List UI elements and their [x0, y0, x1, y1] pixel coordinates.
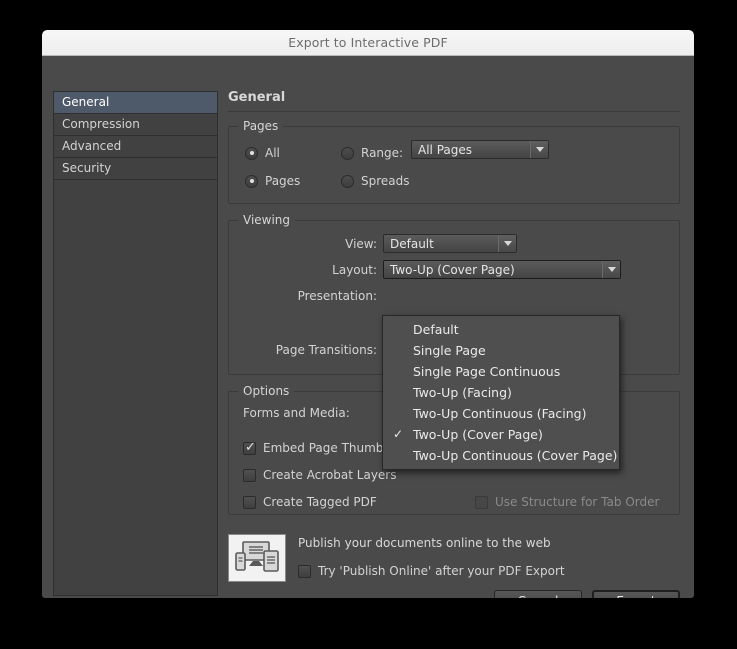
layout-option-default[interactable]: Default: [383, 319, 619, 340]
radio-all-icon[interactable]: [245, 146, 258, 160]
sidebar-item-advanced[interactable]: Advanced: [54, 136, 217, 158]
checkbox-create-acrobat-layers-row[interactable]: Create Acrobat Layers: [243, 463, 397, 487]
chevron-down-icon: [535, 147, 544, 152]
checkbox-try-publish-online-label: Try 'Publish Online' after your PDF Expo…: [318, 564, 565, 578]
radio-all-label: All: [265, 146, 280, 160]
view-label: View:: [345, 237, 377, 251]
layout-option-label: Default: [413, 322, 459, 337]
layout-select-value: Two-Up (Cover Page): [390, 262, 515, 277]
layout-option-label: Two-Up (Cover Page): [413, 427, 543, 442]
sidebar-item-general[interactable]: General: [54, 92, 217, 114]
radio-pages-label: Pages: [265, 174, 301, 188]
page-transitions-label: Page Transitions:: [275, 343, 377, 357]
pages-group: Pages All Pages Range: Spreads All Pages: [228, 119, 680, 204]
view-select[interactable]: Default: [383, 234, 517, 253]
chevron-down-icon: [607, 267, 616, 272]
checkbox-use-structure-for-tab-order-row: Use Structure for Tab Order: [475, 490, 659, 514]
layout-option-label: Two-Up Continuous (Cover Page): [413, 448, 618, 463]
checkbox-try-publish-online-icon[interactable]: [298, 564, 311, 578]
radio-spreads-icon[interactable]: [341, 174, 354, 188]
cancel-button[interactable]: Cancel: [494, 590, 582, 598]
publish-online-block: Publish your documents online to the web…: [228, 534, 680, 583]
options-legend: Options: [238, 384, 295, 398]
checkbox-embed-page-thumbnails-icon[interactable]: [243, 440, 256, 455]
radio-range-label: Range:: [361, 146, 404, 160]
layout-select-arrow[interactable]: [602, 261, 620, 278]
forms-and-media-label: Forms and Media:: [243, 406, 350, 420]
radio-all-row[interactable]: All: [245, 141, 280, 165]
check-icon: ✓: [393, 427, 404, 441]
checkbox-use-structure-for-tab-order-icon: [475, 495, 488, 509]
presentation-label: Presentation:: [297, 289, 377, 303]
radio-range-icon[interactable]: [341, 146, 354, 160]
layout-select[interactable]: Two-Up (Cover Page): [383, 260, 621, 279]
sidebar-item-compression[interactable]: Compression: [54, 114, 217, 136]
range-select-value: All Pages: [418, 142, 472, 157]
checkbox-create-acrobat-layers-label: Create Acrobat Layers: [263, 468, 397, 482]
sidebar-item-security[interactable]: Security: [54, 158, 217, 180]
checkbox-create-acrobat-layers-icon[interactable]: [243, 468, 256, 482]
view-select-value: Default: [390, 236, 434, 251]
layout-option-label: Single Page Continuous: [413, 364, 561, 379]
dialog-body: General Compression Advanced Security Ge…: [42, 56, 694, 598]
radio-spreads-row[interactable]: Spreads: [341, 169, 410, 193]
layout-option-label: Two-Up Continuous (Facing): [413, 406, 587, 421]
layout-option-single-page-continuous[interactable]: Single Page Continuous: [383, 361, 619, 382]
publish-online-icon: [228, 534, 286, 582]
radio-pages-icon[interactable]: [245, 174, 258, 188]
window-title: Export to Interactive PDF: [288, 35, 448, 50]
export-dialog: Export to Interactive PDF General Compre…: [42, 30, 694, 598]
dialog-buttons: Cancel Export: [228, 590, 680, 598]
title-bar: Export to Interactive PDF: [42, 30, 694, 56]
layout-option-single-page[interactable]: Single Page: [383, 340, 619, 361]
layout-option-two-up-continuous-cover-page[interactable]: Two-Up Continuous (Cover Page): [383, 445, 619, 466]
view-select-arrow[interactable]: [498, 235, 516, 252]
layout-dropdown-menu[interactable]: Default Single Page Single Page Continuo…: [382, 315, 620, 470]
checkbox-create-tagged-pdf-row[interactable]: Create Tagged PDF: [243, 490, 377, 514]
checkbox-use-structure-for-tab-order-label: Use Structure for Tab Order: [495, 495, 660, 509]
checkbox-create-tagged-pdf-icon[interactable]: [243, 495, 256, 509]
radio-range-row[interactable]: Range:: [341, 141, 403, 165]
checkbox-create-tagged-pdf-label: Create Tagged PDF: [263, 495, 377, 509]
layout-option-two-up-cover-page[interactable]: ✓ Two-Up (Cover Page): [383, 424, 619, 445]
checkbox-try-publish-online-row[interactable]: Try 'Publish Online' after your PDF Expo…: [298, 559, 565, 583]
publish-online-headline: Publish your documents online to the web: [298, 536, 551, 550]
settings-sidebar[interactable]: General Compression Advanced Security: [53, 91, 218, 596]
pages-legend: Pages: [238, 119, 284, 133]
export-button[interactable]: Export: [592, 590, 680, 598]
layout-option-two-up-facing[interactable]: Two-Up (Facing): [383, 382, 619, 403]
layout-option-label: Two-Up (Facing): [413, 385, 512, 400]
layout-option-two-up-continuous-facing[interactable]: Two-Up Continuous (Facing): [383, 403, 619, 424]
layout-label: Layout:: [332, 263, 377, 277]
publish-online-text: Publish your documents online to the web…: [286, 534, 565, 583]
range-select[interactable]: All Pages: [411, 140, 549, 159]
radio-pages-row[interactable]: Pages: [245, 169, 300, 193]
radio-spreads-label: Spreads: [361, 174, 410, 188]
layout-option-label: Single Page: [413, 343, 486, 358]
viewing-legend: Viewing: [238, 213, 296, 227]
page-title: General: [228, 90, 680, 112]
chevron-down-icon: [503, 241, 512, 246]
range-select-arrow[interactable]: [530, 141, 548, 158]
